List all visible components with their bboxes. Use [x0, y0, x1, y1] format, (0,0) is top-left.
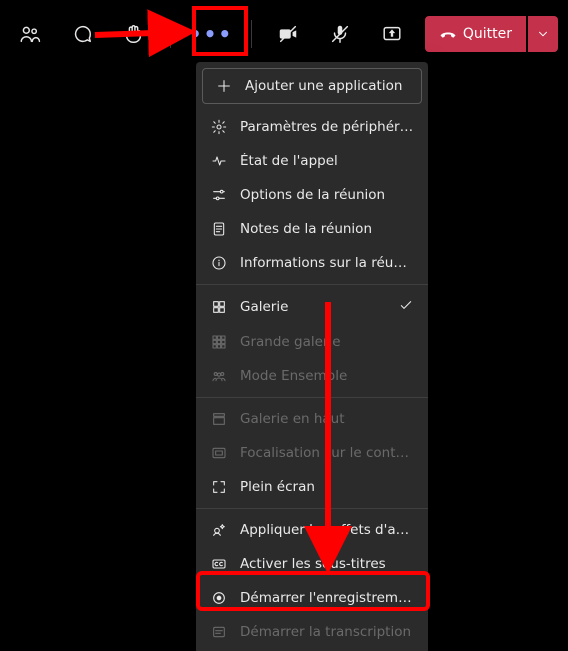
- menu-separator: [196, 284, 428, 285]
- raise-hand-icon: [123, 23, 145, 45]
- participants-button[interactable]: [10, 15, 50, 53]
- menu-item-together-mode: Mode Ensemble: [196, 359, 428, 393]
- menu-item-label: Informations sur la réunion: [240, 255, 414, 271]
- fullscreen-icon: [210, 478, 228, 496]
- toolbar-separator: [170, 20, 171, 48]
- more-actions-menu: Ajouter une application Paramètres de pé…: [196, 62, 428, 651]
- focus-icon: [210, 444, 228, 462]
- more-actions-button[interactable]: •••: [187, 10, 235, 58]
- menu-item-label: Grande galerie: [240, 334, 414, 350]
- menu-item-gallery[interactable]: Galerie: [196, 289, 428, 325]
- record-icon: [210, 589, 228, 607]
- share-icon: [381, 23, 403, 45]
- menu-item-device-settings[interactable]: Paramètres de périphérique: [196, 110, 428, 144]
- menu-item-label: Ajouter une application: [245, 78, 409, 94]
- menu-item-label: Notes de la réunion: [240, 221, 414, 237]
- chevron-down-icon: [536, 27, 550, 41]
- chat-button[interactable]: [62, 15, 102, 53]
- leave-button-group: Quitter: [425, 16, 558, 52]
- menu-item-label: État de l'appel: [240, 153, 414, 169]
- check-icon: [398, 297, 414, 317]
- menu-item-label: Démarrer la transcription: [240, 624, 414, 640]
- menu-separator: [196, 508, 428, 509]
- menu-item-fullscreen[interactable]: Plein écran: [196, 470, 428, 504]
- menu-item-meeting-notes[interactable]: Notes de la réunion: [196, 212, 428, 246]
- menu-item-large-gallery: Grande galerie: [196, 325, 428, 359]
- menu-item-label: Options de la réunion: [240, 187, 414, 203]
- menu-item-label: Paramètres de périphérique: [240, 119, 414, 135]
- mic-toggle-button[interactable]: [320, 15, 360, 53]
- menu-item-focus-content: Focalisation sur le contenu: [196, 436, 428, 470]
- menu-item-label: Mode Ensemble: [240, 368, 414, 384]
- menu-item-label: Activer les sous-titres: [240, 556, 414, 572]
- mic-off-icon: [329, 23, 351, 45]
- notes-icon: [210, 220, 228, 238]
- menu-item-background-effects[interactable]: Appliquer les effets d'arri...: [196, 513, 428, 547]
- together-icon: [210, 367, 228, 385]
- menu-item-gallery-top: Galerie en haut: [196, 402, 428, 436]
- participants-icon: [19, 23, 41, 45]
- share-button[interactable]: [372, 15, 412, 53]
- camera-off-icon: [277, 23, 299, 45]
- more-icon: •••: [189, 24, 233, 44]
- transcript-icon: [210, 623, 228, 641]
- gallerytop-icon: [210, 410, 228, 428]
- grid-icon: [210, 298, 228, 316]
- menu-item-start-recording[interactable]: Démarrer l'enregistrement: [196, 581, 428, 615]
- menu-item-live-captions[interactable]: Activer les sous-titres: [196, 547, 428, 581]
- menu-item-label: Plein écran: [240, 479, 414, 495]
- raise-hand-button[interactable]: [114, 15, 154, 53]
- toolbar-separator: [251, 20, 252, 48]
- pulse-icon: [210, 152, 228, 170]
- grid9-icon: [210, 333, 228, 351]
- sparkle-icon: [210, 521, 228, 539]
- menu-item-label: Démarrer l'enregistrement: [240, 590, 414, 606]
- meeting-toolbar: ••• Quitter: [0, 10, 568, 58]
- menu-item-start-transcription: Démarrer la transcription: [196, 615, 428, 649]
- camera-toggle-button[interactable]: [268, 15, 308, 53]
- settings-icon: [210, 118, 228, 136]
- cc-icon: [210, 555, 228, 573]
- info-icon: [210, 254, 228, 272]
- menu-item-label: Appliquer les effets d'arri...: [240, 522, 414, 538]
- leave-button[interactable]: Quitter: [425, 16, 526, 52]
- menu-item-add-app[interactable]: Ajouter une application: [202, 68, 422, 104]
- menu-item-label: Galerie en haut: [240, 411, 414, 427]
- menu-separator: [196, 397, 428, 398]
- menu-item-meeting-options[interactable]: Options de la réunion: [196, 178, 428, 212]
- plus-icon: [215, 77, 233, 95]
- menu-item-call-health[interactable]: État de l'appel: [196, 144, 428, 178]
- sliders-icon: [210, 186, 228, 204]
- leave-label: Quitter: [463, 26, 512, 42]
- hangup-icon: [439, 25, 457, 43]
- chat-icon: [71, 23, 93, 45]
- menu-item-meeting-info[interactable]: Informations sur la réunion: [196, 246, 428, 280]
- leave-options-button[interactable]: [528, 16, 558, 52]
- menu-item-label: Galerie: [240, 299, 386, 315]
- menu-item-label: Focalisation sur le contenu: [240, 445, 414, 461]
